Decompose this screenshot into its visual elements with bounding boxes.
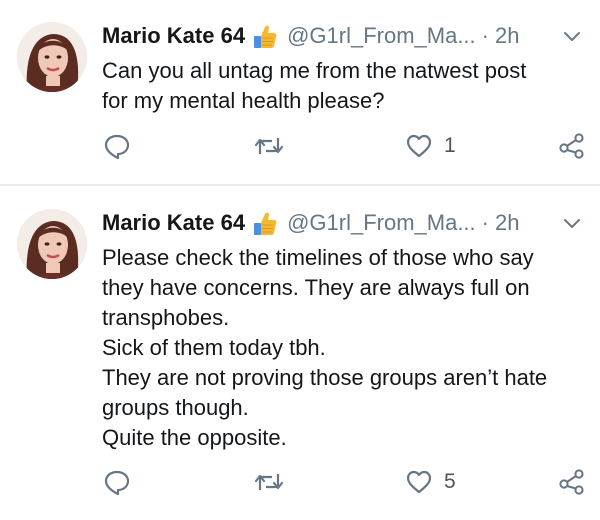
tweet-text-line: they have concerns. They are always full… <box>102 275 530 300</box>
retweet-button[interactable] <box>254 465 284 499</box>
share-button[interactable] <box>558 129 586 163</box>
heart-icon <box>406 470 432 494</box>
timestamp[interactable]: 2h <box>495 21 519 51</box>
tweet-text: Can you all untag me from the natwest po… <box>102 56 582 116</box>
like-count: 5 <box>444 470 456 493</box>
display-name[interactable]: Mario Kate 64 <box>102 208 245 238</box>
like-count: 1 <box>444 134 456 157</box>
chevron-down-icon[interactable] <box>562 217 582 231</box>
avatar[interactable] <box>17 209 87 279</box>
share-button[interactable] <box>558 465 586 499</box>
avatar[interactable] <box>17 22 87 92</box>
tweet[interactable]: Mario Kate 64 @G1rl_From_Ma... · 2h Plea… <box>0 186 600 520</box>
separator-dot: · <box>481 210 489 235</box>
share-icon <box>559 133 584 159</box>
tweet-header: Mario Kate 64 @G1rl_From_Ma... · 2h <box>102 21 519 51</box>
share-icon <box>559 469 584 495</box>
display-name[interactable]: Mario Kate 64 <box>102 21 245 51</box>
thumbs-up-icon <box>253 23 277 49</box>
like-button[interactable]: 1 <box>406 129 456 163</box>
tweet-text-line: Please check the timelines of those who … <box>102 245 534 270</box>
timestamp[interactable]: 2h <box>495 208 519 238</box>
tweet-text-line: Sick of them today tbh. <box>102 335 326 360</box>
tweet-header: Mario Kate 64 @G1rl_From_Ma... · 2h <box>102 208 519 238</box>
separator-dot: · <box>481 23 489 48</box>
tweet-actions: 1 <box>0 129 600 163</box>
reply-icon <box>104 470 130 495</box>
reply-button[interactable] <box>104 129 130 163</box>
reply-button[interactable] <box>104 465 130 499</box>
reply-icon <box>104 134 130 159</box>
user-handle[interactable]: @G1rl_From_Ma... <box>287 21 476 51</box>
tweet-text-line: They are not proving those groups aren’t… <box>102 365 548 390</box>
like-button[interactable]: 5 <box>406 465 456 499</box>
tweet-text: Please check the timelines of those who … <box>102 243 582 453</box>
user-handle[interactable]: @G1rl_From_Ma... <box>287 208 476 238</box>
chevron-down-icon[interactable] <box>562 30 582 44</box>
tweet-text-line: Quite the opposite. <box>102 425 287 450</box>
tweet-actions: 5 <box>0 465 600 499</box>
timeline-feed: Mario Kate 64 @G1rl_From_Ma... · 2h Can … <box>0 0 600 520</box>
tweet-text-line: Can you all untag me from the natwest po… <box>102 58 527 83</box>
heart-icon <box>406 134 432 158</box>
retweet-icon <box>254 138 284 154</box>
tweet-text-line: groups though. <box>102 395 249 420</box>
tweet-text-line: for my mental health please? <box>102 88 385 113</box>
thumbs-up-icon <box>253 210 277 236</box>
tweet-text-line: transphobes. <box>102 305 230 330</box>
tweet[interactable]: Mario Kate 64 @G1rl_From_Ma... · 2h Can … <box>0 0 600 185</box>
retweet-button[interactable] <box>254 129 284 163</box>
retweet-icon <box>254 474 284 490</box>
